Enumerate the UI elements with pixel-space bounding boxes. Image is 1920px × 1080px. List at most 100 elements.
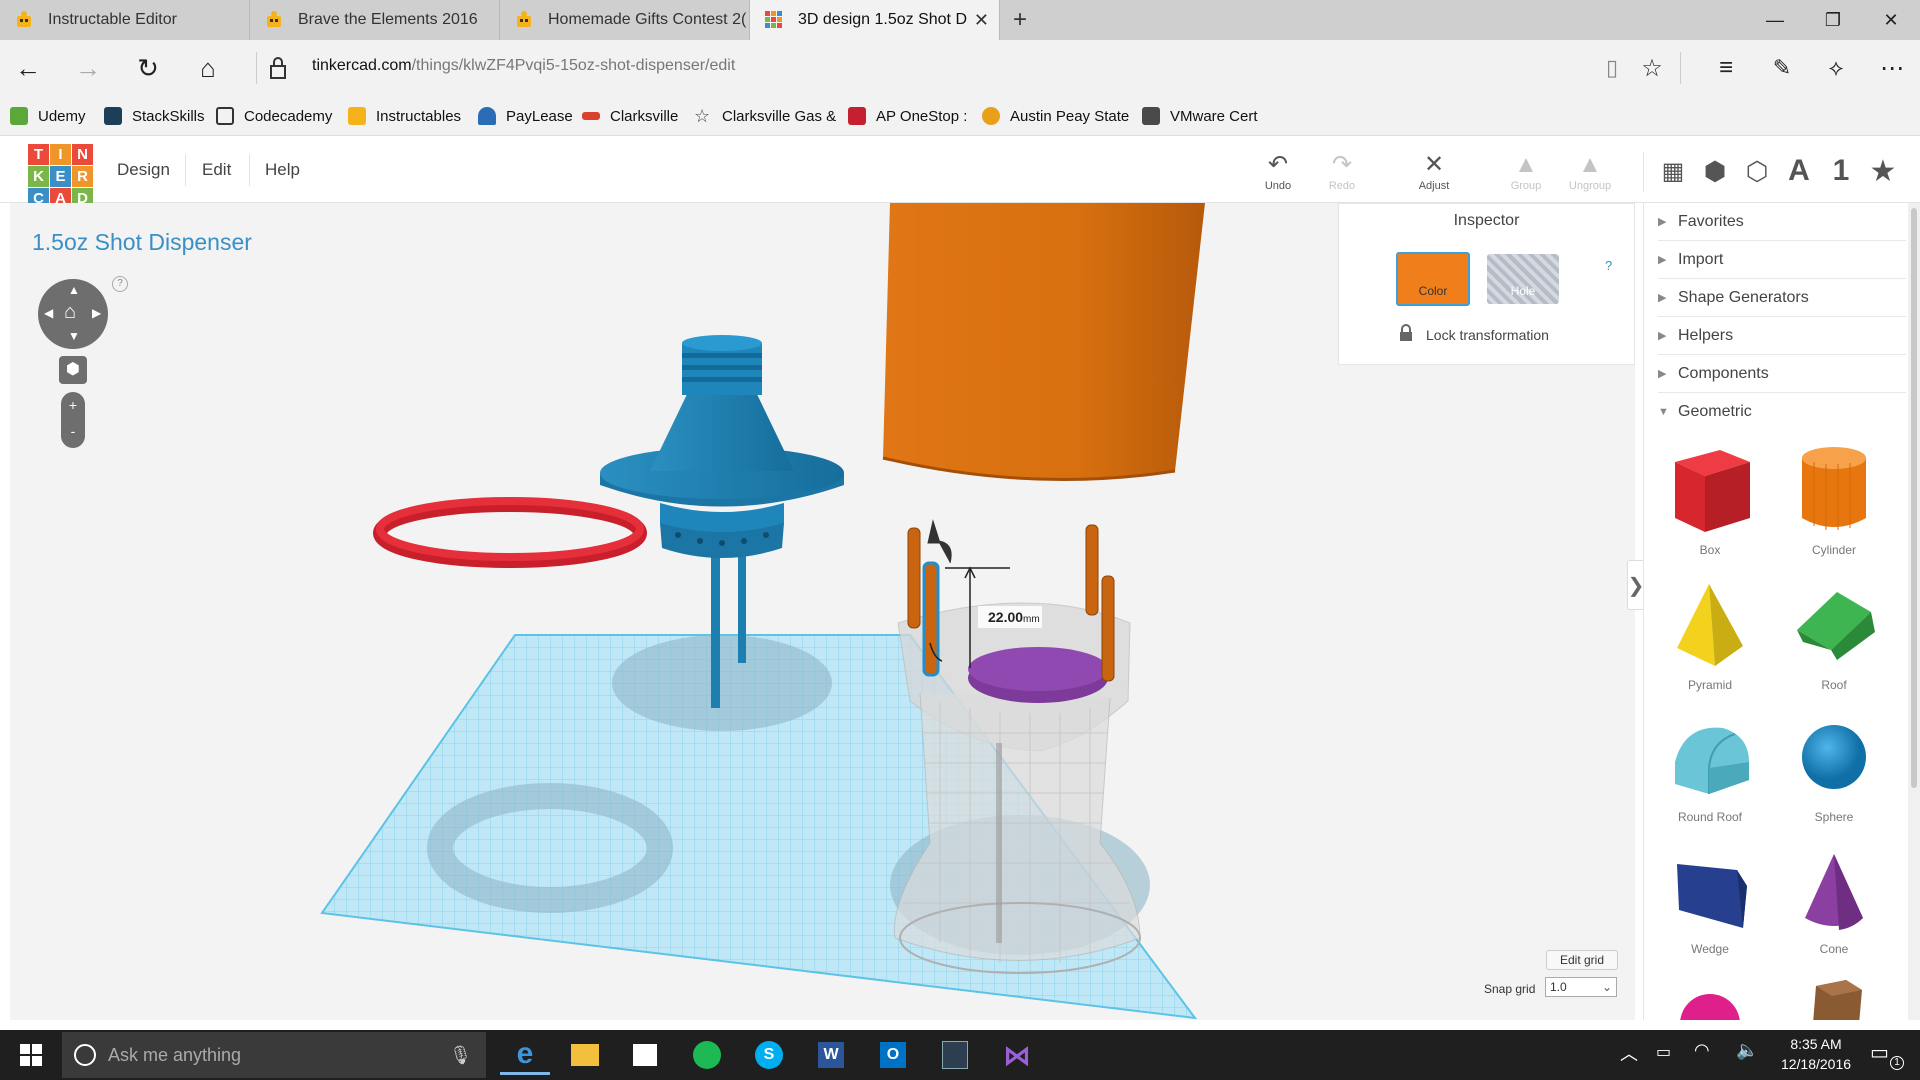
wifi-icon[interactable]: ◠ <box>1694 1040 1710 1061</box>
battery-icon[interactable]: ▭ <box>1656 1042 1671 1062</box>
ungroup-button[interactable]: ▲ Ungroup <box>1560 150 1620 192</box>
orbit-left-icon[interactable]: ◀ <box>44 306 53 320</box>
inspector-help-icon[interactable]: ? <box>1605 258 1612 273</box>
url-field[interactable]: tinkercad.com/things/klwZF4Pvqi5-15oz-sh… <box>312 57 735 75</box>
fav-stackskills[interactable]: StackSkills <box>104 104 205 128</box>
grid-view-icon[interactable]: ▦ <box>1653 152 1693 190</box>
category-favorites[interactable]: ▶ Favorites <box>1658 203 1906 241</box>
maximize-icon[interactable]: ❐ <box>1804 0 1862 40</box>
orange-cylinder[interactable] <box>882 203 1205 481</box>
action-center-icon[interactable]: ▭ 1 <box>1870 1040 1904 1070</box>
taskbar-outlook[interactable]: O <box>868 1035 918 1075</box>
tab-brave-the-elements[interactable]: Brave the Elements 2016 <box>250 0 500 40</box>
tab-homemade-gifts[interactable]: Homemade Gifts Contest 2( <box>500 0 750 40</box>
favorites-star-icon[interactable]: ★ <box>1863 152 1903 190</box>
reading-view-icon[interactable]: ▯ <box>1592 50 1632 86</box>
tab-3d-design[interactable]: 3D design 1.5oz Shot D ✕ <box>750 0 1000 40</box>
wireframe-view-icon[interactable]: ⬡ <box>1737 152 1777 190</box>
more-icon[interactable]: ⋯ <box>1872 50 1912 86</box>
tab-instructable-editor[interactable]: Instructable Editor <box>0 0 250 40</box>
shape-partial-brown[interactable] <box>1806 976 1866 1020</box>
edit-grid-button[interactable]: Edit grid <box>1546 950 1618 970</box>
taskbar-file-explorer[interactable] <box>560 1035 610 1075</box>
number-tool-button[interactable]: 1 <box>1821 152 1861 190</box>
forward-icon[interactable]: → <box>68 50 108 86</box>
tinkercad-logo[interactable]: T I N K E R C A D <box>28 144 93 209</box>
fav-clarksville[interactable]: Clarksville <box>582 104 678 128</box>
cortana-search-box[interactable]: Ask me anything 🎙 <box>62 1032 486 1078</box>
share-icon[interactable]: ⟡ <box>1816 50 1856 86</box>
fav-clarksville-gas[interactable]: ☆ Clarksville Gas & <box>694 104 836 128</box>
menu-help[interactable]: Help <box>265 154 300 186</box>
volume-icon[interactable]: 🔈 <box>1736 1040 1758 1061</box>
new-tab-icon[interactable]: + <box>1005 4 1035 36</box>
color-swatch-button[interactable]: Color <box>1396 252 1470 306</box>
taskbar-spotify[interactable] <box>682 1035 732 1075</box>
taskbar-kindle[interactable] <box>930 1035 980 1075</box>
clock[interactable]: 8:35 AM 12/18/2016 <box>1776 1034 1856 1074</box>
zoom-in-icon[interactable]: + <box>61 392 85 418</box>
redo-button[interactable]: ↷ Redo <box>1312 150 1372 192</box>
shape-wedge[interactable]: Wedge <box>1650 844 1770 956</box>
box-view-icon[interactable]: ⬢ <box>1695 152 1735 190</box>
taskbar-word[interactable]: W <box>806 1035 856 1075</box>
shape-partial-pink[interactable] <box>1680 994 1740 1020</box>
category-helpers[interactable]: ▶ Helpers <box>1658 317 1906 355</box>
text-tool-button[interactable]: A <box>1779 152 1819 190</box>
fav-paylease[interactable]: PayLease <box>478 104 573 128</box>
orbit-down-icon[interactable]: ▼ <box>68 329 80 343</box>
hub-icon[interactable]: ≡ <box>1706 50 1746 86</box>
category-geometric[interactable]: ▼ Geometric <box>1658 393 1906 431</box>
orbit-control[interactable]: ▲ ▼ ◀ ▶ ⌂ <box>38 279 108 349</box>
start-button[interactable] <box>6 1035 56 1075</box>
orbit-up-icon[interactable]: ▲ <box>68 283 80 297</box>
menu-edit[interactable]: Edit <box>202 154 231 186</box>
home-view-icon[interactable]: ⌂ <box>64 301 76 324</box>
taskbar-store[interactable] <box>620 1035 670 1075</box>
fit-view-icon[interactable]: ⬢ <box>59 356 87 384</box>
shape-sphere[interactable]: Sphere <box>1774 712 1894 824</box>
back-icon[interactable]: ← <box>8 50 48 86</box>
close-window-icon[interactable]: ✕ <box>1862 0 1920 40</box>
zoom-out-icon[interactable]: - <box>61 418 85 444</box>
category-components[interactable]: ▶ Components <box>1658 355 1906 393</box>
red-ring[interactable] <box>373 497 647 568</box>
fav-udemy[interactable]: Udemy <box>10 104 86 128</box>
shape-cone[interactable]: Cone <box>1774 844 1894 956</box>
fav-codecademy[interactable]: Codecademy <box>216 104 332 128</box>
orbit-right-icon[interactable]: ▶ <box>92 306 101 320</box>
web-note-icon[interactable]: ✎ <box>1762 50 1802 86</box>
design-title[interactable]: 1.5oz Shot Dispenser <box>32 229 252 256</box>
category-shape-generators[interactable]: ▶ Shape Generators <box>1658 279 1906 317</box>
favorite-star-icon[interactable]: ☆ <box>1632 50 1672 86</box>
refresh-icon[interactable]: ↻ <box>128 50 168 86</box>
minimize-icon[interactable]: — <box>1746 0 1804 40</box>
shape-box[interactable]: Box <box>1650 440 1770 557</box>
fav-ap-onestop[interactable]: AP OneStop : <box>848 104 967 128</box>
fav-instructables[interactable]: Instructables <box>348 104 461 128</box>
close-tab-icon[interactable]: ✕ <box>974 10 989 31</box>
shape-round-roof[interactable]: Round Roof <box>1650 712 1770 824</box>
taskbar-visual-studio[interactable]: ⋈ <box>992 1035 1042 1075</box>
snap-grid-select[interactable]: 1.0 ⌄ <box>1545 977 1617 997</box>
category-import[interactable]: ▶ Import <box>1658 241 1906 279</box>
microphone-icon[interactable]: 🎙 <box>449 1045 472 1066</box>
home-icon[interactable]: ⌂ <box>188 50 228 86</box>
lock-icon[interactable] <box>1398 324 1414 342</box>
fav-vmware[interactable]: VMware Cert <box>1142 104 1258 128</box>
taskbar-edge[interactable]: e <box>500 1035 550 1075</box>
group-button[interactable]: ▲ Group <box>1496 150 1556 192</box>
show-hidden-icons[interactable]: ︿ <box>1620 1040 1638 1066</box>
help-icon[interactable]: ? <box>112 276 128 292</box>
hole-button[interactable]: Hole <box>1487 254 1559 304</box>
scrollbar-thumb[interactable] <box>1911 208 1917 788</box>
adjust-button[interactable]: ✕ Adjust <box>1404 150 1464 192</box>
rotate-handle-icon[interactable] <box>927 519 952 564</box>
panel-scrollbar[interactable] <box>1908 203 1920 1020</box>
shape-cylinder[interactable]: Cylinder <box>1774 440 1894 557</box>
undo-button[interactable]: ↶ Undo <box>1248 150 1308 192</box>
menu-design[interactable]: Design <box>117 154 170 186</box>
lock-transformation-label[interactable]: Lock transformation <box>1426 327 1549 343</box>
fav-austin-peay[interactable]: Austin Peay State <box>982 104 1129 128</box>
taskbar-skype[interactable]: S <box>744 1035 794 1075</box>
